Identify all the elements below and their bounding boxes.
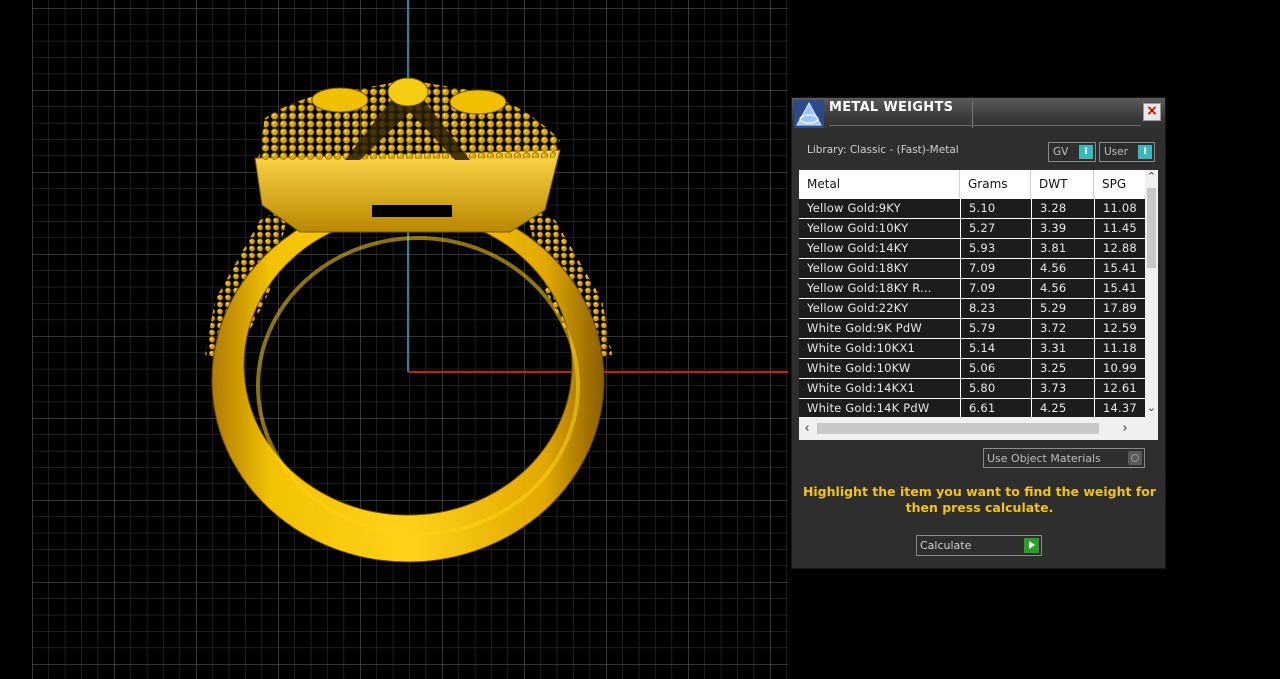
app-logo-icon — [794, 100, 824, 128]
close-button[interactable]: × — [1143, 103, 1161, 121]
cell-dwt: 4.56 — [1032, 259, 1094, 278]
user-toggle-label: User — [1104, 146, 1128, 158]
cell-spg: 15.41 — [1095, 279, 1145, 298]
horizontal-scrollbar[interactable]: ‹ › — [799, 417, 1145, 440]
cell-grams: 7.09 — [961, 259, 1031, 278]
table-row[interactable]: Yellow Gold:18KY R... 7.09 4.56 15.41 — [799, 279, 1145, 298]
panel-titlebar[interactable]: METAL WEIGHTS × — [792, 98, 1165, 130]
title-underline — [829, 125, 1141, 126]
gv-toggle[interactable]: GV I — [1048, 142, 1096, 162]
table-row[interactable]: Yellow Gold:9KY 5.10 3.28 11.08 — [799, 199, 1145, 218]
cell-spg: 17.89 — [1095, 299, 1145, 318]
calculate-label: Calculate — [920, 539, 972, 552]
scroll-left-icon[interactable]: ‹ — [799, 420, 815, 437]
calculate-button[interactable]: Calculate — [916, 535, 1042, 556]
cell-metal: Yellow Gold:9KY — [799, 199, 960, 218]
cell-metal: Yellow Gold:18KY — [799, 259, 960, 278]
cell-grams: 5.93 — [961, 239, 1031, 258]
cell-spg: 11.18 — [1095, 339, 1145, 358]
horizontal-scroll-thumb[interactable] — [817, 423, 1099, 434]
table-row[interactable]: Yellow Gold:18KY 7.09 4.56 15.41 — [799, 259, 1145, 278]
play-icon — [1024, 538, 1039, 553]
close-icon: × — [1146, 103, 1158, 119]
column-header-metal[interactable]: Metal — [799, 170, 960, 198]
head-gap — [372, 205, 452, 217]
column-header-grams[interactable]: Grams — [960, 170, 1031, 198]
table-row[interactable]: White Gold:9K PdW 5.79 3.72 12.59 — [799, 319, 1145, 338]
column-header-dwt[interactable]: DWT — [1031, 170, 1094, 198]
cell-metal: White Gold:9K PdW — [799, 319, 960, 338]
cell-metal: White Gold:10KX1 — [799, 339, 960, 358]
cell-dwt: 3.31 — [1032, 339, 1094, 358]
cell-dwt: 4.56 — [1032, 279, 1094, 298]
cell-dwt: 3.81 — [1032, 239, 1094, 258]
radio-icon — [1128, 451, 1142, 465]
cell-metal: White Gold:10KW — [799, 359, 960, 378]
cell-spg: 12.59 — [1095, 319, 1145, 338]
cell-spg: 14.37 — [1095, 399, 1145, 417]
table-row[interactable]: White Gold:10KX1 5.14 3.31 11.18 — [799, 339, 1145, 358]
gv-toggle-label: GV — [1053, 146, 1069, 158]
metal-table[interactable]: Metal Grams DWT SPG Yellow Gold:9KY 5.10 3… — [799, 170, 1158, 440]
gv-toggle-indicator: I — [1079, 145, 1093, 159]
viewport-canvas[interactable] — [0, 0, 788, 679]
3d-viewport[interactable] — [0, 0, 788, 679]
cell-grams: 5.79 — [961, 319, 1031, 338]
cell-grams: 5.06 — [961, 359, 1031, 378]
cell-spg: 12.88 — [1095, 239, 1145, 258]
cell-spg: 10.99 — [1095, 359, 1145, 378]
table-row[interactable]: Yellow Gold:14KY 5.93 3.81 12.88 — [799, 239, 1145, 258]
instruction-text: Highlight the item you want to find the … — [802, 484, 1157, 515]
cell-metal: White Gold:14K PdW — [799, 399, 960, 417]
table-row[interactable]: White Gold:10KW 5.06 3.25 10.99 — [799, 359, 1145, 378]
library-label: Library: Classic - (Fast)-Metal — [807, 144, 959, 156]
user-toggle[interactable]: User I — [1099, 142, 1155, 162]
center-stone-seat — [387, 77, 429, 107]
scroll-corner — [1145, 417, 1158, 440]
cell-metal: White Gold:14KX1 — [799, 379, 960, 398]
metal-weights-panel: METAL WEIGHTS × Library: Classic - (Fast… — [791, 97, 1166, 569]
table-row[interactable]: Yellow Gold:22KY 8.23 5.29 17.89 — [799, 299, 1145, 318]
table-row[interactable]: Yellow Gold:10KY 5.27 3.39 11.45 — [799, 219, 1145, 238]
cell-spg: 12.61 — [1095, 379, 1145, 398]
cell-grams: 5.14 — [961, 339, 1031, 358]
cell-spg: 15.41 — [1095, 259, 1145, 278]
cell-dwt: 3.25 — [1032, 359, 1094, 378]
cell-metal: Yellow Gold:18KY R... — [799, 279, 960, 298]
use-object-materials-toggle[interactable]: Use Object Materials — [983, 448, 1145, 468]
use-object-materials-label: Use Object Materials — [987, 452, 1101, 465]
cell-grams: 5.80 — [961, 379, 1031, 398]
cell-dwt: 3.28 — [1032, 199, 1094, 218]
user-toggle-indicator: I — [1138, 145, 1152, 159]
cell-metal: Yellow Gold:10KY — [799, 219, 960, 238]
cell-dwt: 3.72 — [1032, 319, 1094, 338]
scroll-right-icon[interactable]: › — [1117, 420, 1133, 437]
table-row[interactable]: White Gold:14K PdW 6.61 4.25 14.37 — [799, 399, 1145, 417]
scroll-up-icon[interactable]: ⌃ — [1145, 170, 1158, 184]
cell-dwt: 3.39 — [1032, 219, 1094, 238]
left-stone-seat — [311, 87, 369, 113]
vertical-scrollbar[interactable]: ⌃ ⌄ — [1145, 170, 1158, 417]
right-stone-seat — [449, 89, 507, 115]
cell-spg: 11.45 — [1095, 219, 1145, 238]
cell-dwt: 4.25 — [1032, 399, 1094, 417]
vertical-scroll-thumb[interactable] — [1147, 188, 1156, 268]
cell-grams: 6.61 — [961, 399, 1031, 417]
panel-title: METAL WEIGHTS — [829, 100, 954, 115]
table-body: Yellow Gold:9KY 5.10 3.28 11.08 Yellow Gold:… — [799, 199, 1145, 417]
scroll-down-icon[interactable]: ⌄ — [1145, 401, 1158, 415]
cell-grams: 5.27 — [961, 219, 1031, 238]
cell-grams: 7.09 — [961, 279, 1031, 298]
cell-metal: Yellow Gold:22KY — [799, 299, 960, 318]
cell-grams: 5.10 — [961, 199, 1031, 218]
table-header: Metal Grams DWT SPG — [799, 170, 1145, 198]
cell-dwt: 5.29 — [1032, 299, 1094, 318]
cell-metal: Yellow Gold:14KY — [799, 239, 960, 258]
table-row[interactable]: White Gold:14KX1 5.80 3.73 12.61 — [799, 379, 1145, 398]
cell-dwt: 3.73 — [1032, 379, 1094, 398]
ring-head — [254, 149, 561, 233]
cell-spg: 11.08 — [1095, 199, 1145, 218]
cell-grams: 8.23 — [961, 299, 1031, 318]
